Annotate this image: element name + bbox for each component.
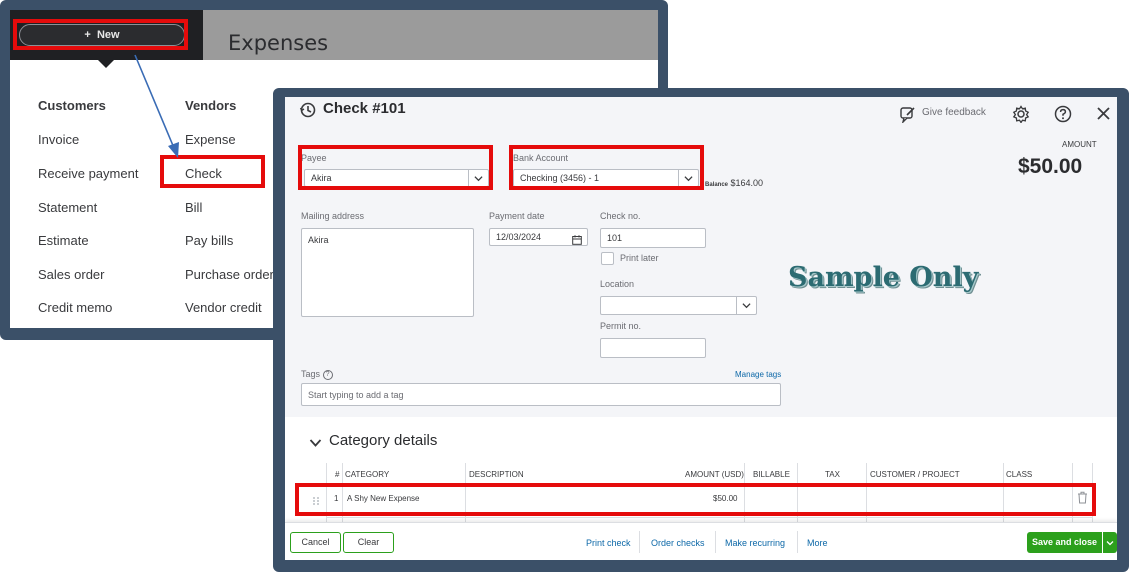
pointer-arrow-icon: [134, 54, 179, 158]
